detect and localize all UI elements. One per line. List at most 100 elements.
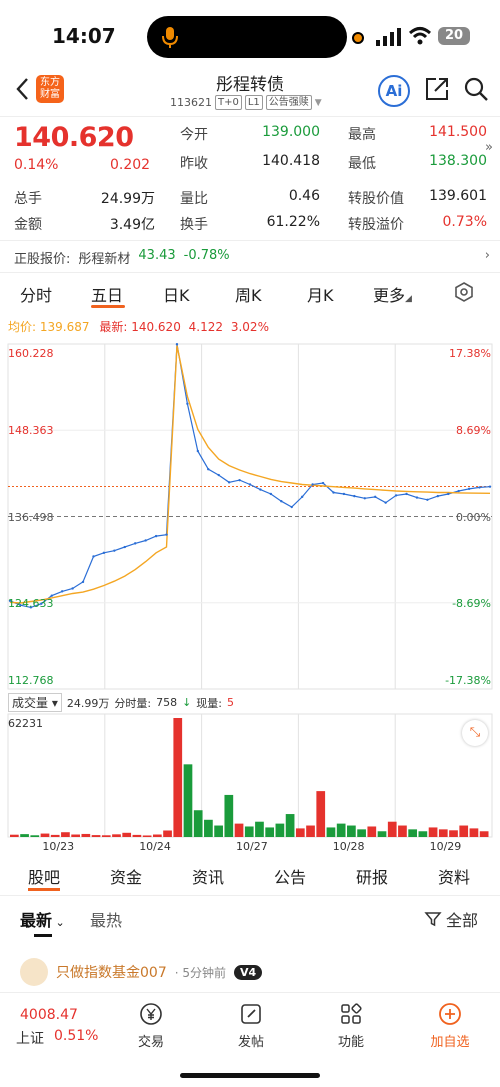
trade-yen-icon [140,1003,162,1025]
nav-add-watchlist[interactable]: 加自选 [422,1001,478,1050]
index-name[interactable]: 上证 [16,1028,44,1048]
price-point [280,500,283,503]
volume-bar [61,832,70,837]
ai-button[interactable]: Ai [378,75,410,107]
level-badge: V4 [234,964,263,980]
nav-functions[interactable]: 功能 [323,1001,379,1050]
volume-bar [408,829,418,837]
dropdown-triangle-icon[interactable]: ▼ [315,98,322,108]
current-volume-value: 5 [227,696,235,709]
divider [0,240,500,241]
tab-more[interactable]: 更多◢ [373,282,412,306]
settings-icon[interactable] [453,281,475,303]
volume-bar [10,834,19,837]
volume-bar [20,834,29,837]
tab-five-day[interactable]: 五日 [91,282,123,306]
nav-trade[interactable]: 交易 [123,1001,179,1050]
volume-indicator-select[interactable]: 成交量 ▾ [8,693,62,712]
fullscreen-icon[interactable]: ⤡ [462,720,488,746]
signal-icon [376,28,401,46]
battery-indicator: 20 [438,27,470,45]
nav-post[interactable]: 发帖 [223,1001,279,1050]
tab-funds[interactable]: 资金 [110,864,142,888]
tab-guba[interactable]: 股吧 [28,864,60,888]
price-point [248,483,252,486]
price-point [300,495,304,499]
price-point [488,485,492,488]
volume-bar [142,835,152,837]
post-author-row[interactable]: 只做指数基金007 · 5分钟前 V4 [20,958,263,986]
volume-bar [255,821,264,837]
volume-bar [285,814,295,837]
dynamic-island [147,16,347,58]
price-point [60,590,64,593]
tab-profile[interactable]: 资料 [438,864,470,888]
underlying-stock-row[interactable]: 正股报价: 彤程新材 43.43 -0.78% › [14,248,490,267]
index-value[interactable]: 4008.47 [20,1007,78,1023]
tab-intraday[interactable]: 分时 [20,282,52,306]
volume-bar [224,794,234,837]
search-icon[interactable] [463,76,489,102]
volume-bar [132,834,142,837]
volume-bar [193,810,203,837]
tab-announcements[interactable]: 公告 [274,864,306,888]
underlying-price: 43.43 [138,248,176,263]
recording-dot-icon [352,32,364,44]
price-point [426,498,429,501]
x-axis-label: 10/23 [42,840,75,853]
volume-bar [449,830,458,837]
price-point [290,505,293,509]
volume-bar [265,827,275,837]
chart-legend: 均价: 139.687 最新: 140.620 4.122 3.02% [8,320,269,334]
volume-bar [234,823,244,837]
price-chart[interactable] [0,334,500,854]
x-axis-label: 10/24 [139,840,171,853]
divider [0,272,500,273]
sort-newest[interactable]: 最新 ⌄ [20,907,65,931]
volume-bar [306,825,315,837]
price-point [332,491,335,494]
avatar[interactable] [20,958,48,986]
tab-day-k[interactable]: 日K [163,282,190,306]
tab-research[interactable]: 研报 [356,864,388,888]
expand-arrow-icon[interactable]: » [485,140,493,155]
post-time: · 5分钟前 [174,965,227,980]
volume-bar [173,718,183,837]
price-axis-label: 160.228 [8,347,54,360]
grid-icon [341,1003,362,1024]
underlying-pct: -0.78% [183,248,230,263]
sort-hottest[interactable]: 最热 [90,907,122,931]
underlying-label: 正股报价: [14,252,71,267]
tab-month-k[interactable]: 月K [307,282,334,306]
volume-bar [357,829,366,837]
volume-bar [101,835,111,837]
value-volume: 24.99万 [100,191,155,207]
price-point [353,494,356,498]
price-axis-label: 148.363 [8,424,54,438]
value-high: 141.500 [429,124,487,140]
price-point [436,494,440,498]
volume-frame [7,713,493,838]
volume-bar [81,833,91,837]
share-icon[interactable] [424,76,450,102]
volume-bar [418,831,428,837]
percent-axis-label: -17.38% [445,674,491,687]
tag-l1: L1 [244,95,263,110]
tab-week-k[interactable]: 周K [235,282,262,306]
tab-news[interactable]: 资讯 [192,864,224,888]
volume-bar [428,827,438,837]
price-axis-label: 112.768 [8,674,54,687]
volume-bar [275,823,285,837]
volume-bar [163,830,172,837]
volume-toolbar: 成交量 ▾ 24.99万 分时量: 758 ↓ 现量: 5 [8,693,234,712]
index-percent[interactable]: 0.51% [54,1028,98,1044]
filter-icon [424,912,442,927]
price-point [478,486,481,489]
author-name[interactable]: 只做指数基金007 [56,962,167,982]
current-volume-label: 现量: [196,696,223,710]
volume-bar [479,831,489,837]
price-point [384,501,387,504]
active-tab-underline [28,888,60,891]
volume-total: 24.99万 [66,696,110,710]
filter-button[interactable]: 全部 [424,907,478,931]
